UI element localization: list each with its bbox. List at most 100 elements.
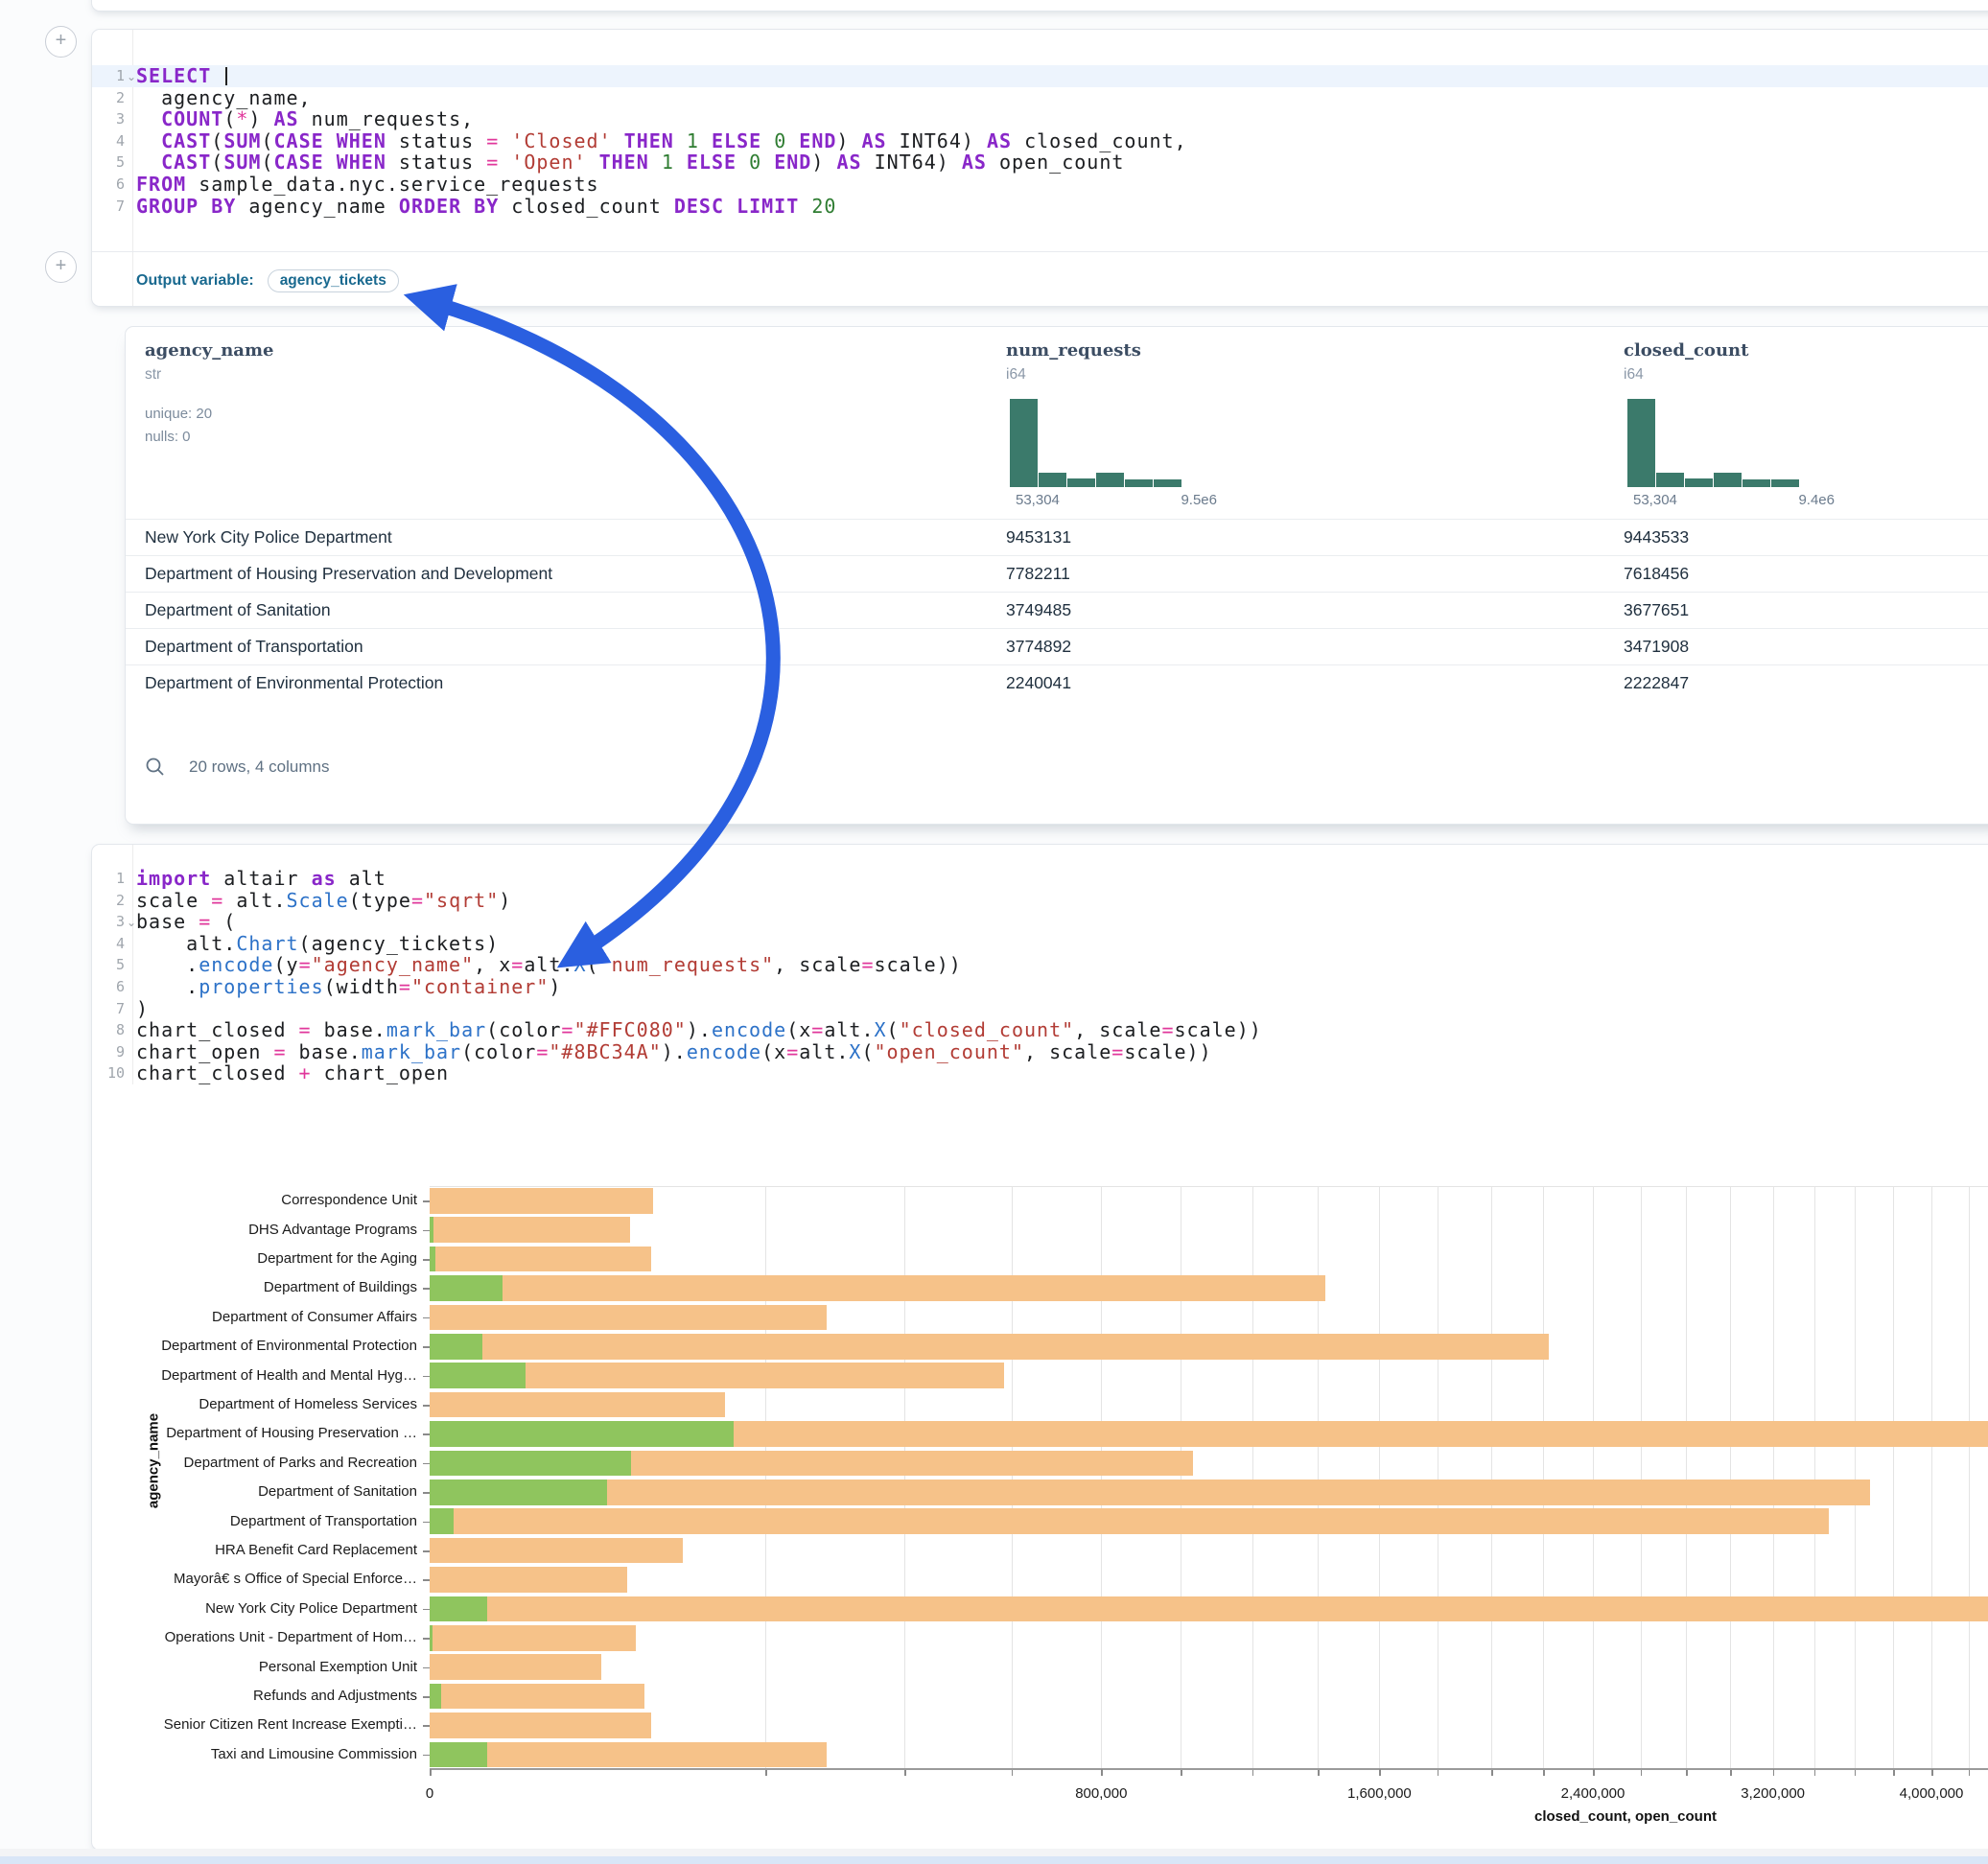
code-token: alt. [799,1040,849,1063]
code-token: scale [136,889,211,912]
code-token [211,64,223,87]
code-line[interactable]: 4 alt.Chart(agency_tickets) [92,933,1988,955]
histogram-range-labels: 53,304 9.4e6 [1633,492,1835,508]
code-line[interactable]: 6FROM sample_data.nyc.service_requests [92,174,1988,196]
code-token: num_requests, [299,107,475,130]
fold-chevron-icon[interactable]: ⌄ [127,912,136,934]
histogram-bar [1154,479,1181,487]
histogram-range-labels: 53,304 9.5e6 [1016,492,1217,508]
code-token: X [574,953,587,976]
code-line[interactable]: 3⌄base = ( [92,911,1988,933]
table-row: Department of Sanitation37494853677651 [126,592,1988,628]
code-line[interactable]: 3 COUNT(*) AS num_requests, [92,108,1988,130]
code-token: END [774,151,811,174]
line-number: 5 [92,954,125,976]
code-token: "closed_count" [900,1018,1075,1041]
code-token: status [386,151,486,174]
add-cell-button-output[interactable]: + [45,251,77,283]
code-token [612,129,624,152]
hist-min-label: 53,304 [1016,492,1060,508]
code-line[interactable]: 7) [92,998,1988,1020]
python-code-editor[interactable]: 1import altair as alt2scale = alt.Scale(… [92,868,1988,1084]
code-token: ) [499,889,511,912]
code-token: = [299,1018,312,1041]
dataframe-preview-card: agency_name str unique: 20 nulls: 0 num_… [125,326,1988,825]
code-token: (color [486,1018,561,1041]
code-token [799,195,811,218]
column-header-agency-name[interactable]: agency_name str unique: 20 nulls: 0 [145,340,273,449]
add-cell-button-top[interactable]: + [45,26,77,58]
table-cell: Department of Environmental Protection [145,665,443,701]
hist-max-label: 9.4e6 [1798,492,1835,508]
code-line[interactable]: 1⌄SELECT [92,65,1988,87]
line-number: 8 [92,1019,125,1041]
code-token: (x [786,1018,811,1041]
code-line[interactable]: 7GROUP BY agency_name ORDER BY closed_co… [92,196,1988,218]
x-axis-title: closed_count, open_count [1496,1808,1755,1825]
code-token: AS [987,129,1012,152]
table-cell: 7618456 [1624,556,1689,592]
code-token: ELSE [687,151,737,174]
code-token: CASE [273,151,323,174]
search-icon[interactable] [145,757,166,778]
code-line[interactable]: 9chart_open = base.mark_bar(color="#8BC3… [92,1041,1988,1063]
code-token: . [136,953,199,976]
code-line[interactable]: 5 CAST(SUM(CASE WHEN status = 'Open' THE… [92,151,1988,174]
line-number: 4 [92,933,125,955]
table-cell: 9443533 [1624,520,1689,555]
line-number: 2 [92,87,125,109]
column-unique-stat: unique: 20 [145,403,273,426]
code-token [761,151,774,174]
table-cell: 9453131 [1006,520,1071,555]
code-token: = [1161,1018,1174,1041]
row-column-count: 20 rows, 4 columns [189,757,329,777]
code-line[interactable]: 4 CAST(SUM(CASE WHEN status = 'Closed' T… [92,130,1988,152]
code-token: SELECT [136,64,211,87]
table-body: New York City Police Department945313194… [126,519,1988,701]
code-token: ( [261,129,273,152]
code-token: = [299,953,312,976]
table-row: New York City Police Department945313194… [126,519,1988,555]
code-token: alt. [223,889,286,912]
code-token: scale)) [1124,1040,1211,1063]
code-token: X [875,1018,887,1041]
previous-cell-edge [91,0,1988,12]
histogram-bar [1627,399,1655,487]
code-line[interactable]: 6 .properties(width="container") [92,976,1988,998]
code-line[interactable]: 10chart_closed + chart_open [92,1062,1988,1084]
code-token: ). [687,1018,712,1041]
code-line[interactable]: 2scale = alt.Scale(type="sqrt") [92,890,1988,912]
code-token: "sqrt" [424,889,499,912]
line-number: 1 [92,868,125,890]
text-cursor [225,67,227,85]
code-token: encode [199,953,273,976]
code-token: ( [223,107,236,130]
code-token: = [199,910,211,933]
code-token: FROM [136,173,186,196]
code-token: = [511,953,524,976]
fold-chevron-icon[interactable]: ⌄ [127,66,136,88]
column-header-num-requests[interactable]: num_requests i64 [1006,340,1141,384]
code-token: AS [962,151,987,174]
sql-code-editor[interactable]: 1⌄SELECT 2 agency_name,3 COUNT(*) AS num… [92,65,1988,217]
line-number: 6 [92,976,125,998]
table-cell: Department of Housing Preservation and D… [145,556,552,592]
code-line[interactable]: 1import altair as alt [92,868,1988,890]
column-type: i64 [1624,366,1748,384]
output-variable-chip[interactable]: agency_tickets [268,269,399,292]
table-cell: 2240041 [1006,665,1071,701]
code-token [499,129,511,152]
code-token: ) [549,975,561,998]
python-cell[interactable]: 1import altair as alt2scale = alt.Scale(… [91,844,1988,1851]
code-line[interactable]: 8chart_closed = base.mark_bar(color="#FF… [92,1019,1988,1041]
code-token: ) [836,129,861,152]
code-token: mark_bar [362,1040,461,1063]
table-cell: Department of Sanitation [145,593,331,628]
line-number: 7 [92,196,125,218]
code-line[interactable]: 5 .encode(y="agency_name", x=alt.X("num_… [92,954,1988,976]
column-header-closed-count[interactable]: closed_count i64 [1624,340,1748,384]
sql-cell[interactable]: 1⌄SELECT 2 agency_name,3 COUNT(*) AS num… [91,29,1988,307]
code-token: alt. [136,932,236,955]
code-line[interactable]: 2 agency_name, [92,87,1988,109]
code-token: closed_count [499,195,674,218]
